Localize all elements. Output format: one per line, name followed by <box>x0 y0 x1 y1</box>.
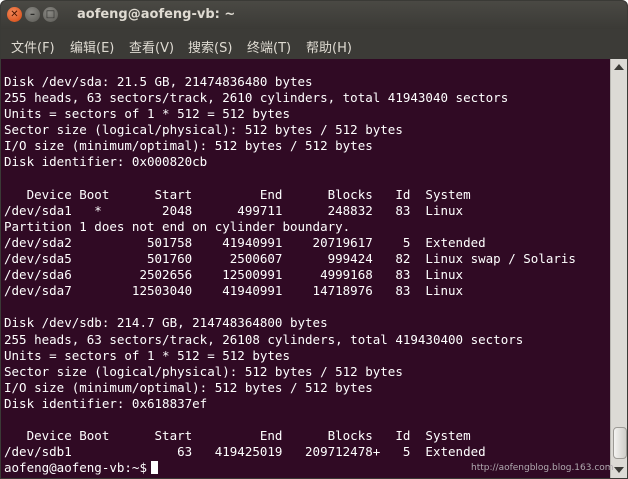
maximize-button[interactable]: □ <box>43 7 58 22</box>
minimize-button[interactable]: – <box>25 7 40 22</box>
terminal-window: ✕ – □ aofeng@aofeng-vb: ~ 文件(F) 编辑(E) 查看… <box>0 0 628 479</box>
command-prompt[interactable]: aofeng@aofeng-vb:~$ <box>4 460 158 476</box>
watermark: http://aofengblog.blog.163.com <box>471 463 614 473</box>
terminal-line: I/O size (minimum/optimal): 512 bytes / … <box>4 138 373 154</box>
minimize-icon: – <box>30 9 35 20</box>
terminal-line: 255 heads, 63 sectors/track, 2610 cylind… <box>4 90 509 106</box>
terminal-line: /dev/sdb1 63 419425019 209712478+ 5 Exte… <box>4 444 486 460</box>
terminal-line: Sector size (logical/physical): 512 byte… <box>4 122 403 138</box>
close-button[interactable]: ✕ <box>7 7 22 22</box>
terminal-output[interactable]: Disk /dev/sda: 21.5 GB, 21474836480 byte… <box>1 59 610 478</box>
menu-edit[interactable]: 编辑(E) <box>70 37 114 56</box>
menu-terminal[interactable]: 终端(T) <box>247 37 291 56</box>
scroll-up-arrow-icon[interactable] <box>614 64 624 70</box>
terminal-line: /dev/sda1 * 2048 499711 248832 83 Linux <box>4 202 464 218</box>
terminal-line: Disk /dev/sda: 21.5 GB, 21474836480 byte… <box>4 74 313 89</box>
menu-help[interactable]: 帮助(H) <box>306 37 352 56</box>
terminal-line: 255 heads, 63 sectors/track, 26108 cylin… <box>4 331 524 347</box>
terminal-line: Units = sectors of 1 * 512 = 512 bytes <box>4 347 290 363</box>
terminal-line: Sector size (logical/physical): 512 byte… <box>4 363 403 379</box>
terminal-line: /dev/sda7 12503040 41940991 14718976 83 … <box>4 283 464 299</box>
terminal-line: Disk identifier: 0x000820cb <box>4 154 208 170</box>
maximize-icon: □ <box>45 9 56 20</box>
menu-bar: 文件(F) 编辑(E) 查看(V) 搜索(S) 终端(T) 帮助(H) <box>1 29 627 59</box>
terminal-line: /dev/sda6 2502656 12500991 4999168 83 Li… <box>4 267 464 283</box>
terminal-line: Disk identifier: 0x618837ef <box>4 395 208 411</box>
menu-search[interactable]: 搜索(S) <box>188 37 232 56</box>
vertical-scrollbar[interactable] <box>610 59 627 478</box>
menu-view[interactable]: 查看(V) <box>129 37 174 56</box>
terminal-line: /dev/sda2 501758 41940991 20719617 5 Ext… <box>4 234 486 250</box>
terminal-line: Partition 1 does not end on cylinder bou… <box>4 218 351 234</box>
close-icon: ✕ <box>10 9 19 20</box>
terminal-line: Disk /dev/sdb: 214.7 GB, 214748364800 by… <box>4 315 328 331</box>
window-title: aofeng@aofeng-vb: ~ <box>77 7 236 22</box>
title-bar[interactable]: ✕ – □ aofeng@aofeng-vb: ~ <box>1 1 627 29</box>
terminal-line: Units = sectors of 1 * 512 = 512 bytes <box>4 106 290 122</box>
scroll-down-arrow-icon[interactable] <box>614 467 624 473</box>
terminal-text: Disk /dev/sda: 21.5 GB, 21474836480 byte… <box>1 59 610 460</box>
terminal-line: Device Boot Start End Blocks Id System <box>4 186 471 202</box>
text-cursor <box>151 461 158 474</box>
menu-file[interactable]: 文件(F) <box>11 37 55 56</box>
terminal-line: I/O size (minimum/optimal): 512 bytes / … <box>4 379 373 395</box>
scrollbar-thumb[interactable] <box>613 427 627 459</box>
terminal-line: /dev/sda5 501760 2500607 999424 82 Linux… <box>4 251 576 267</box>
terminal-line: Device Boot Start End Blocks Id System <box>4 428 471 444</box>
prompt-text: aofeng@aofeng-vb:~$ <box>4 460 147 475</box>
